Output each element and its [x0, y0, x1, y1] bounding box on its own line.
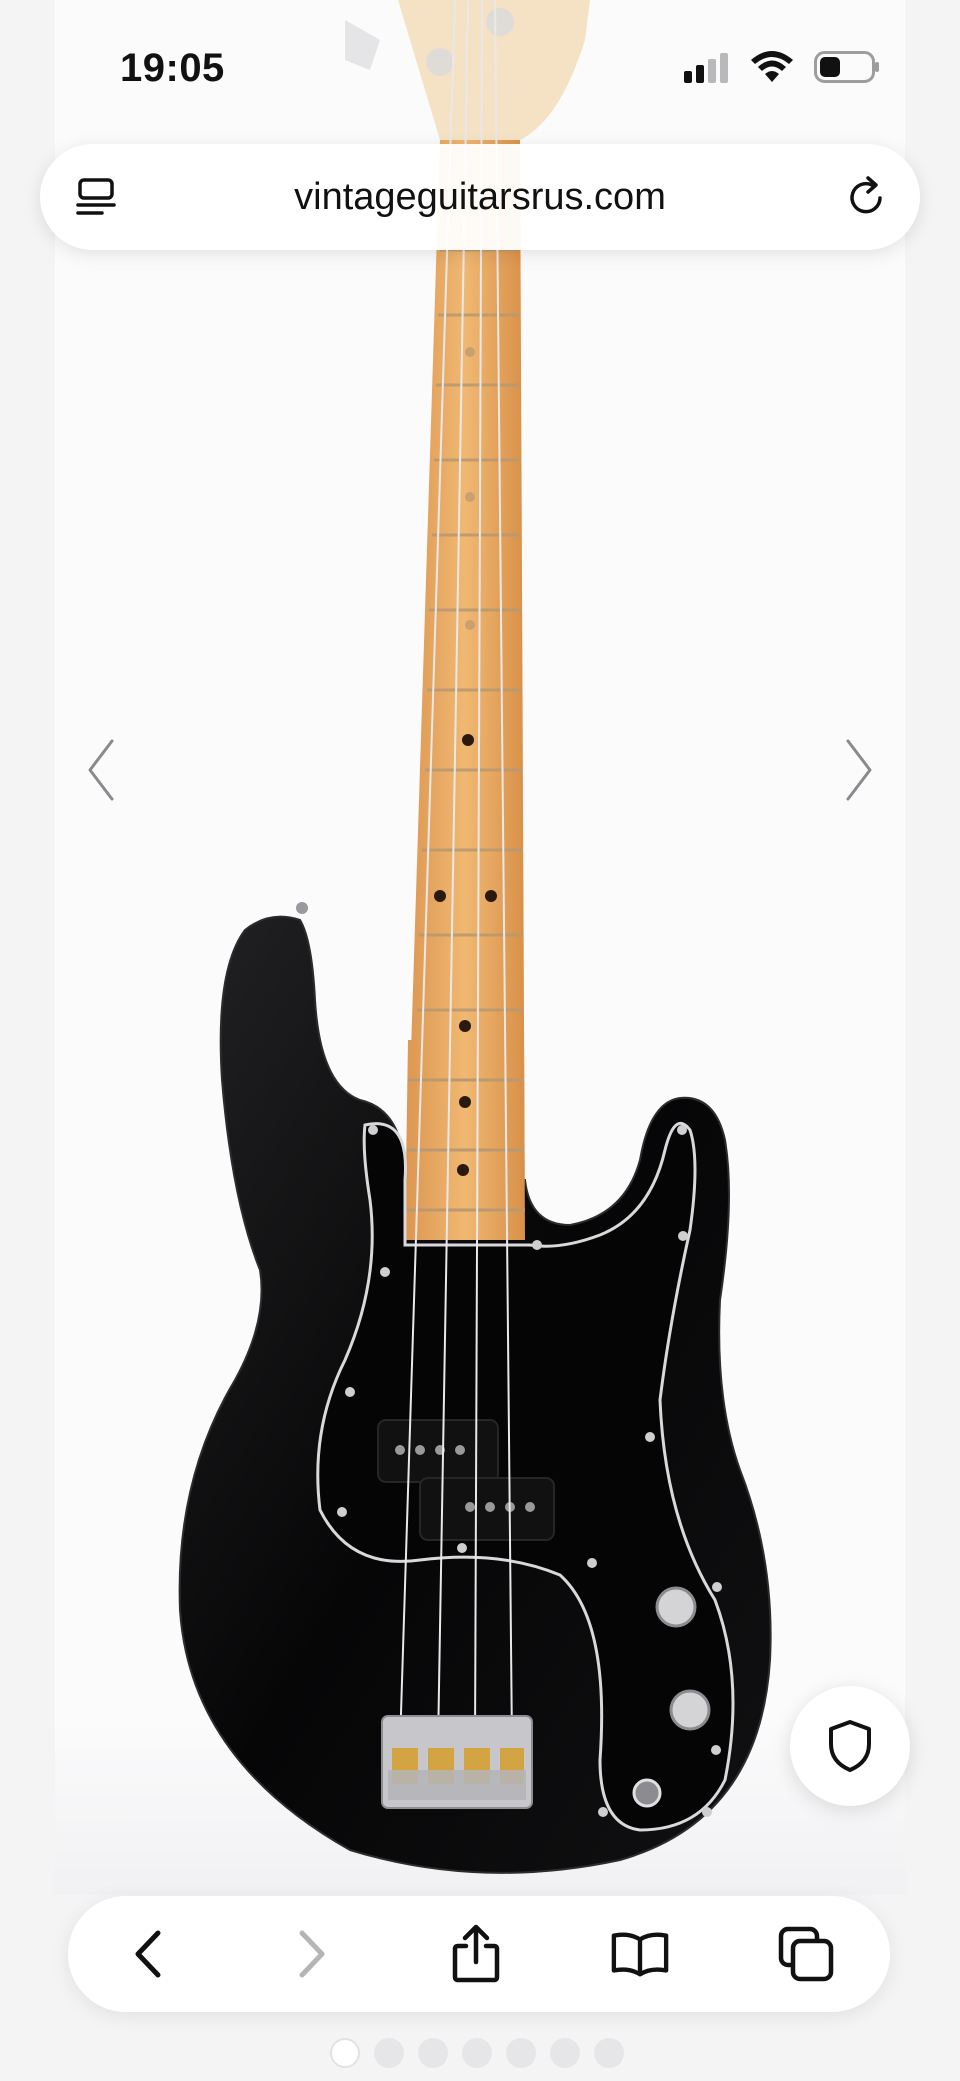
chevron-left-icon[interactable] — [82, 735, 122, 805]
status-bar: 19:05 — [0, 0, 960, 140]
page-dot[interactable] — [550, 2038, 580, 2068]
reload-icon[interactable] — [844, 174, 890, 220]
page-dot[interactable] — [462, 2038, 492, 2068]
browser-toolbar — [68, 1896, 890, 2012]
page-dot[interactable] — [330, 2038, 360, 2068]
status-icons — [682, 50, 880, 84]
address-bar[interactable]: vintageguitarsrus.com — [40, 144, 920, 250]
bookmarks-icon — [611, 1932, 669, 1977]
pickup — [377, 1419, 499, 1483]
strap-button — [296, 902, 308, 914]
tone-knob — [669, 1689, 711, 1731]
cellular-signal-icon — [684, 53, 728, 83]
page-dot[interactable] — [418, 2038, 448, 2068]
gallery-page-indicator[interactable] — [330, 2038, 624, 2068]
back-icon — [135, 1930, 161, 1978]
bookmarks-button[interactable] — [610, 1924, 670, 1984]
pickup — [419, 1477, 555, 1541]
forward-button[interactable] — [282, 1924, 342, 1984]
page-dot[interactable] — [594, 2038, 624, 2068]
battery-icon — [814, 51, 879, 83]
browser-screen: 19:05 vintageguitarsrus.com — [0, 0, 960, 2081]
share-icon — [452, 1924, 500, 1983]
volume-knob — [655, 1586, 697, 1628]
page-dot[interactable] — [506, 2038, 536, 2068]
output-jack — [632, 1778, 662, 1808]
bridge — [381, 1715, 533, 1809]
shield-icon — [829, 1720, 871, 1772]
status-time: 19:05 — [120, 46, 225, 90]
share-button[interactable] — [446, 1924, 506, 1984]
forward-icon — [299, 1930, 325, 1978]
url-text[interactable]: vintageguitarsrus.com — [40, 176, 920, 219]
wifi-icon — [751, 51, 793, 82]
tabs-button[interactable] — [776, 1924, 836, 1984]
back-button[interactable] — [118, 1924, 178, 1984]
tabs-icon — [778, 1926, 834, 1982]
privacy-shield-button[interactable] — [790, 1686, 910, 1806]
page-dot[interactable] — [374, 2038, 404, 2068]
chevron-right-icon[interactable] — [838, 735, 878, 805]
